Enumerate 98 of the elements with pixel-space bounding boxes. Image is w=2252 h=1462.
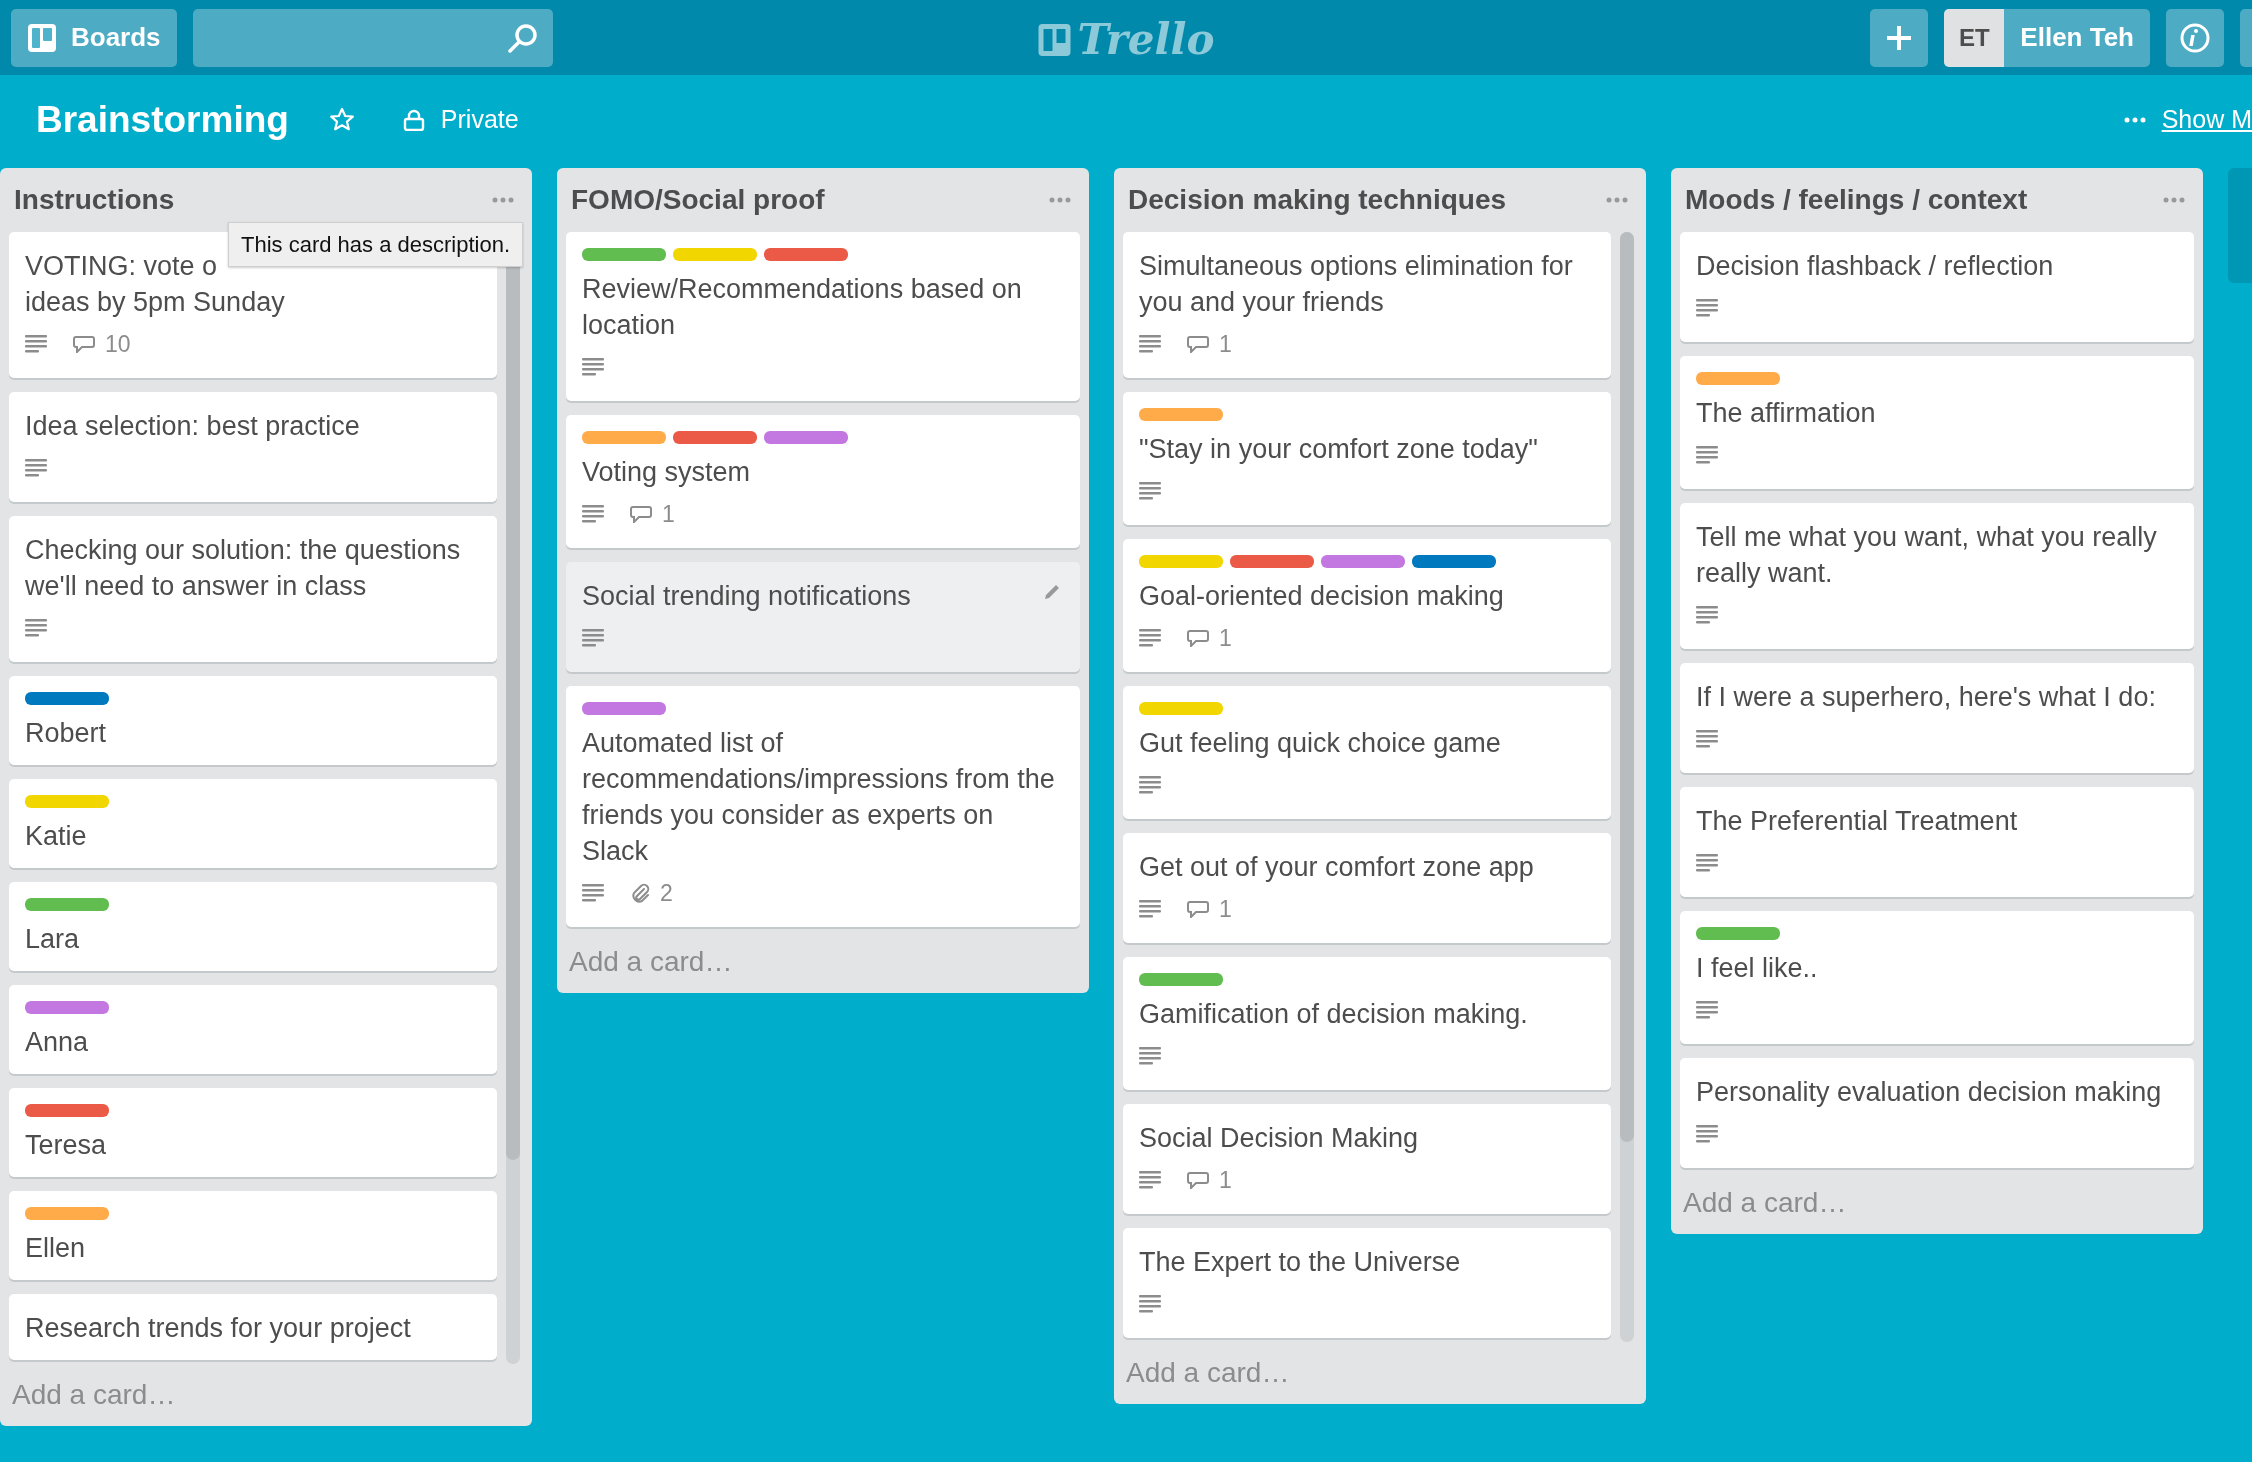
card[interactable]: Social trending notifications: [566, 562, 1080, 672]
comment-count: 1: [1219, 623, 1232, 653]
card-title: Decision flashback / reflection: [1696, 250, 2054, 283]
card-title: Get out of your comfort zone app: [1139, 851, 1534, 884]
card-title: Review/Recommendations based on location: [582, 273, 1023, 342]
board-icon: [27, 22, 57, 53]
card-title: Automated list of recommendations/impressions from the friends you consider as experts on Slack: [582, 727, 1056, 868]
card[interactable]: Checking our solution: the questions we'll need to answer in class: [9, 516, 497, 662]
search-icon: [506, 21, 539, 54]
card[interactable]: Research trends for your project: [9, 1294, 497, 1360]
card[interactable]: Robert: [9, 676, 497, 765]
more-icon[interactable]: [2123, 116, 2146, 124]
card[interactable]: Review/Recommendations based on location: [566, 232, 1080, 401]
card-title: Social Decision Making: [1139, 1122, 1419, 1155]
card-title: Anna: [25, 1026, 89, 1059]
card[interactable]: Katie: [9, 779, 497, 868]
list-title[interactable]: FOMO/Social proof: [571, 179, 825, 221]
card-title: Gamification of decision making.: [1139, 998, 1528, 1031]
card[interactable]: The Expert to the Universe: [1123, 1228, 1611, 1338]
comment-count: 1: [1219, 894, 1232, 924]
scrollbar-thumb[interactable]: [1620, 232, 1634, 1143]
comment-icon: [1187, 335, 1209, 353]
card[interactable]: Simultaneous options elimination for you and your friends 1: [1123, 232, 1611, 378]
star-icon[interactable]: [328, 107, 355, 133]
card-title: Robert: [25, 717, 107, 750]
paperclip-icon: [630, 883, 650, 903]
card-title: Voting system: [582, 456, 751, 489]
card[interactable]: Voting system 1: [566, 415, 1080, 548]
card[interactable]: Gut feeling quick choice game: [1123, 686, 1611, 819]
card-title-line: VOTING: vote o: [25, 250, 218, 283]
list-title[interactable]: Moods / feelings / context: [1685, 179, 2028, 221]
card[interactable]: Personality evaluation decision making: [1680, 1058, 2194, 1168]
card[interactable]: "Stay in your comfort zone today": [1123, 392, 1611, 525]
card[interactable]: Tell me what you want, what you really really want.: [1680, 503, 2194, 649]
card-title: Simultaneous options elimination for you and your friends: [1139, 250, 1574, 319]
list-title[interactable]: Decision making techniques: [1128, 179, 1507, 221]
card-title: The affirmation: [1696, 397, 1876, 430]
card-title: Social trending notifications: [582, 580, 911, 613]
more-icon[interactable]: [2163, 197, 2185, 203]
scrollbar[interactable]: [1620, 232, 1634, 1342]
card[interactable]: Ellen: [9, 1191, 497, 1280]
card-title: Katie: [25, 820, 87, 853]
card[interactable]: Gamification of decision making.: [1123, 957, 1611, 1090]
list-title[interactable]: Instructions: [14, 179, 175, 221]
card-title: Checking our solution: the questions we'll need to answer in class: [25, 534, 462, 603]
card-title: Idea selection: best practice: [25, 410, 360, 443]
card-title: The Preferential Treatment: [1696, 805, 2018, 838]
comment-icon: [1187, 1171, 1209, 1189]
card-title: I feel like..: [1696, 952, 1818, 985]
card[interactable]: Get out of your comfort zone app 1: [1123, 833, 1611, 943]
comment-icon: [1187, 900, 1209, 918]
card-title: Personality evaluation decision making: [1696, 1076, 2162, 1109]
card-title: Lara: [25, 923, 80, 956]
tooltip: This card has a description.: [228, 222, 524, 267]
card-title: Teresa: [25, 1129, 107, 1162]
comment-count: 10: [105, 329, 131, 359]
attachment-count: 2: [660, 878, 673, 908]
comment-count: 1: [1219, 329, 1232, 359]
card[interactable]: I feel like..: [1680, 911, 2194, 1044]
card-title: Gut feeling quick choice game: [1139, 727, 1501, 760]
user-menu[interactable]: ET Ellen Teh: [1944, 8, 2150, 67]
info-button[interactable]: [2166, 8, 2224, 67]
card[interactable]: Lara: [9, 882, 497, 971]
add-button[interactable]: [1870, 8, 1929, 67]
user-avatar: ET: [1944, 8, 2005, 67]
user-name: Ellen Teh: [2019, 21, 2135, 54]
card[interactable]: Idea selection: best practice: [9, 392, 497, 502]
lock-icon: [402, 109, 425, 131]
card[interactable]: If I were a superhero, here's what I do:: [1680, 663, 2194, 773]
card-title: "Stay in your comfort zone today": [1139, 433, 1538, 466]
card[interactable]: Social Decision Making 1: [1123, 1104, 1611, 1214]
card[interactable]: The affirmation: [1680, 356, 2194, 489]
card-title: If I were a superhero, here's what I do:: [1696, 681, 2156, 714]
more-icon[interactable]: [1606, 197, 1628, 203]
info-icon: [2179, 21, 2211, 54]
comment-icon: [1187, 629, 1209, 647]
comment-count: 1: [1219, 1165, 1232, 1195]
more-icon[interactable]: [492, 197, 514, 203]
card[interactable]: The Preferential Treatment: [1680, 787, 2194, 897]
comment-icon: [630, 505, 652, 523]
more-icon[interactable]: [1049, 197, 1071, 203]
card-title: Research trends for your project: [25, 1312, 411, 1345]
card-title: Goal-oriented decision making: [1139, 580, 1504, 613]
card[interactable]: Anna: [9, 985, 497, 1074]
comment-count: 1: [662, 499, 675, 529]
card[interactable]: Teresa: [9, 1088, 497, 1177]
search-field[interactable]: [192, 8, 553, 67]
pencil-icon[interactable]: [1042, 582, 1062, 602]
card[interactable]: Goal-oriented decision making 1: [1123, 539, 1611, 672]
card[interactable]: Automated list of recommendations/impressions from the friends you consider as experts on Slack 2: [566, 686, 1080, 927]
card-title: The Expert to the Universe: [1139, 1246, 1461, 1279]
comment-icon: [73, 335, 95, 353]
card-title: Tell me what you want, what you really really want.: [1696, 521, 2158, 590]
card[interactable]: Decision flashback / reflection: [1680, 232, 2194, 342]
card-title: Ellen: [25, 1232, 86, 1265]
logo-text: Trello: [1077, 14, 1215, 66]
card-title-line: ideas by 5pm Sunday: [25, 286, 285, 319]
board-icon: [1037, 22, 1072, 57]
